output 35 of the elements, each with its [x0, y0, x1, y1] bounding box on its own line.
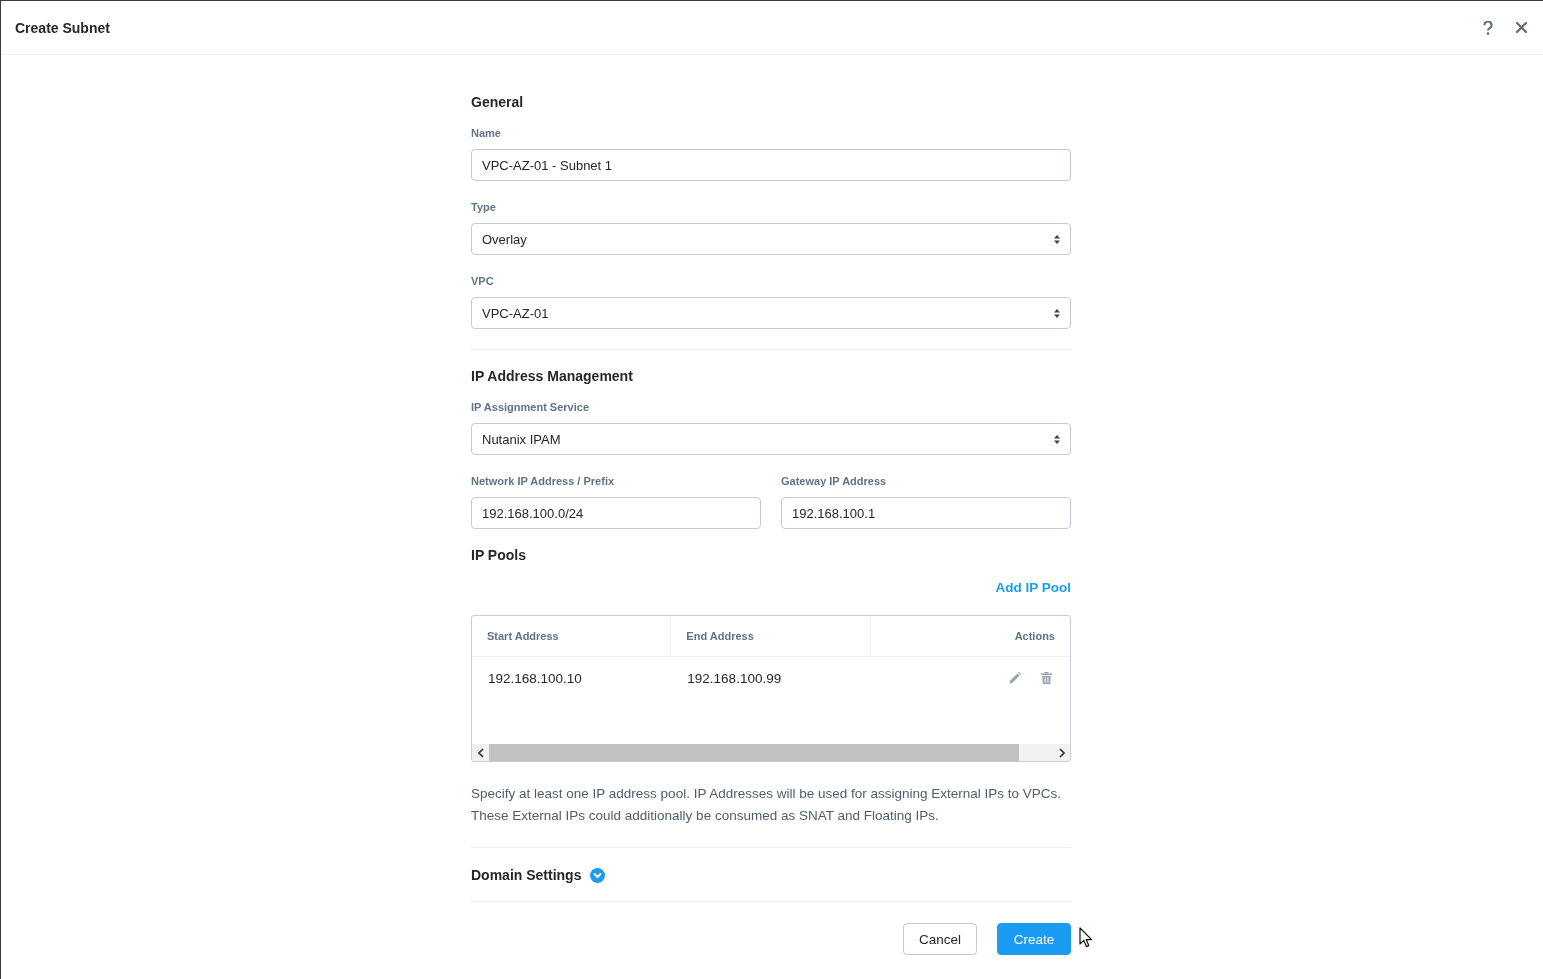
chevron-right-icon[interactable]	[1058, 747, 1065, 758]
dropdown-field[interactable]: VPC-AZ-01	[471, 297, 1071, 329]
text-input[interactable]: VPC-AZ-01 - Subnet 1	[471, 149, 1071, 181]
secondary-button[interactable]: Cancel	[903, 923, 977, 955]
text-input[interactable]: 192.168.100.1	[781, 497, 1071, 529]
window-title: Create Subnet	[15, 19, 110, 36]
field-label: IP Assignment Service	[471, 400, 590, 414]
column-header: Start Address	[487, 630, 559, 642]
section-heading: IP Pools	[471, 546, 527, 564]
select-arrows-icon	[1054, 234, 1060, 244]
field-label: Type	[471, 200, 497, 214]
pencil-icon[interactable]	[1009, 672, 1021, 684]
text-input[interactable]: 192.168.100.0/24	[471, 497, 761, 529]
table-cell: 192.168.100.10	[488, 670, 582, 686]
field-label: VPC	[471, 274, 495, 288]
dropdown-field[interactable]: Nutanix IPAM	[471, 423, 1071, 455]
chevron-left-icon[interactable]	[477, 747, 484, 758]
column-header: Actions	[1014, 630, 1055, 642]
table-cell: 192.168.100.99	[687, 670, 782, 686]
field-label: Gateway IP Address	[781, 474, 888, 488]
field-label: Name	[471, 126, 502, 140]
mouse-pointer-icon	[1079, 927, 1093, 948]
column-header: End Address	[686, 630, 754, 642]
section-heading: General	[471, 93, 525, 111]
dropdown-field[interactable]: Overlay	[471, 223, 1071, 255]
select-arrows-icon	[1054, 434, 1060, 444]
section-heading: Domain Settings	[471, 866, 582, 884]
field-label: Network IP Address / Prefix	[471, 474, 616, 488]
close-icon[interactable]	[1516, 22, 1527, 33]
select-arrows-icon	[1054, 308, 1060, 318]
trash-icon[interactable]	[1041, 672, 1052, 684]
chevron-down-icon[interactable]	[590, 867, 606, 883]
help-icon[interactable]	[1483, 20, 1493, 35]
help-text: Specify at least one IP address pool. IP Addresses will be used for assigning External IPs to VPCs. These External IPs could additionally be consumed as SNAT and Floating IPs.	[471, 785, 1063, 825]
section-heading: IP Address Management	[471, 367, 634, 385]
